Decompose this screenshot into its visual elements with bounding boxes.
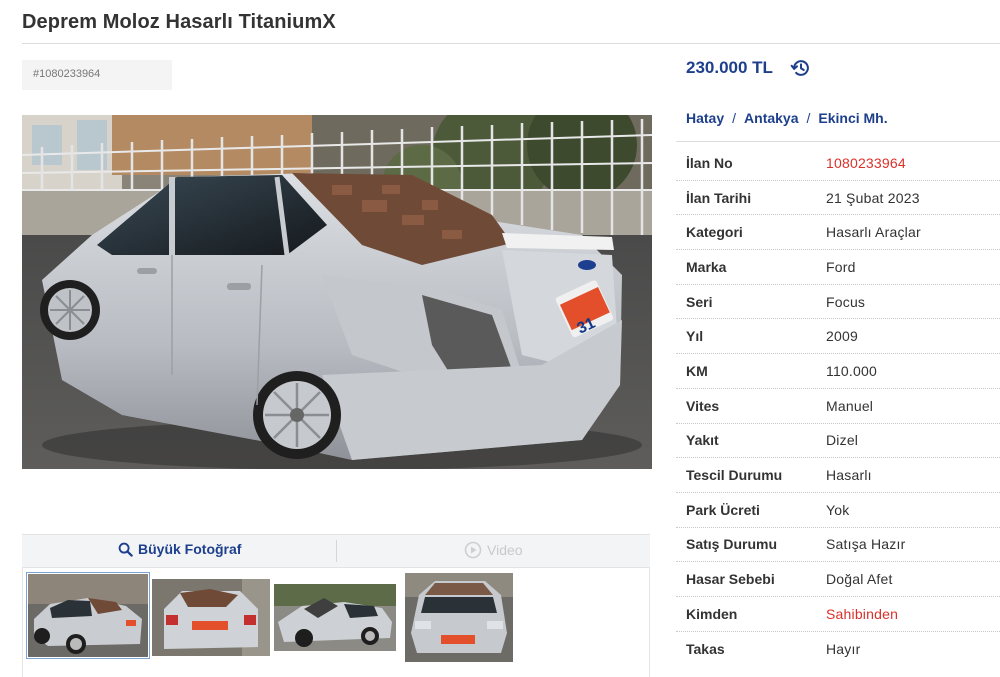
detail-value: Hasarlı Araçlar (826, 224, 921, 241)
detail-label: Takas (686, 640, 725, 657)
search-icon (118, 542, 133, 557)
thumbnail-3[interactable] (274, 584, 396, 651)
main-car-photo[interactable]: 31 (22, 115, 652, 469)
thumbnail-1[interactable] (26, 572, 150, 659)
media-divider (336, 540, 337, 562)
detail-row: Yakıt Dizel (676, 424, 1000, 459)
detail-row: Takas Hayır (676, 632, 1000, 667)
detail-value: 2009 (826, 328, 858, 345)
detail-value: 1080233964 (826, 154, 906, 171)
detail-value: Sahibinden (826, 605, 899, 622)
detail-row: İlan Tarihi 21 Şubat 2023 (676, 181, 1000, 216)
detail-row: Seri Focus (676, 285, 1000, 320)
detail-label: Tescil Durumu (686, 467, 783, 484)
detail-row: Vites Manuel (676, 389, 1000, 424)
location-divider (676, 141, 1000, 142)
detail-row: Kimden Sahibinden (676, 597, 1000, 632)
detail-row: Satış Durumu Satışa Hazır (676, 528, 1000, 563)
detail-row: Marka Ford (676, 250, 1000, 285)
play-icon (464, 541, 482, 559)
detail-value: Ford (826, 258, 856, 275)
detail-row: KM 110.000 (676, 354, 1000, 389)
detail-row: Yıl 2009 (676, 319, 1000, 355)
location-separator: / (806, 110, 811, 126)
detail-label: Yıl (686, 328, 704, 345)
detail-value: Doğal Afet (826, 571, 893, 588)
detail-row: Hasar Sebebi Doğal Afet (676, 562, 1000, 597)
detail-value: 110.000 (826, 362, 877, 379)
detail-label: Kategori (686, 224, 743, 241)
detail-value: Hayır (826, 640, 861, 657)
detail-value: Dizel (826, 432, 859, 449)
detail-label: Vites (686, 397, 720, 414)
thumbnail-4[interactable] (405, 573, 513, 662)
detail-row: Kategori Hasarlı Araçlar (676, 215, 1000, 251)
location-district[interactable]: Antakya (744, 110, 798, 126)
listing-details: İlan No 1080233964 İlan Tarihi 21 Şubat 202… (676, 146, 1000, 666)
detail-value: Yok (826, 501, 850, 518)
detail-label: İlan Tarihi (686, 189, 752, 206)
detail-label: İlan No (686, 154, 733, 171)
detail-label: Satış Durumu (686, 536, 778, 553)
location-city[interactable]: Hatay (686, 110, 724, 126)
detail-value: Hasarlı (826, 467, 872, 484)
price: 230.000 TL (686, 58, 773, 77)
location-separator: / (732, 110, 737, 126)
detail-label: Hasar Sebebi (686, 571, 775, 588)
location-neighborhood[interactable]: Ekinci Mh. (818, 110, 887, 126)
thumbnail-2[interactable] (152, 579, 270, 656)
listing-title: Deprem Moloz Hasarlı TitaniumX (22, 11, 336, 33)
big-photo-label: Büyük Fotoğraf (138, 541, 242, 557)
detail-label: Seri (686, 293, 713, 310)
detail-label: KM (686, 362, 708, 379)
detail-value: Satışa Hazır (826, 536, 906, 553)
detail-label: Kimden (686, 605, 738, 622)
big-photo-button[interactable]: Büyük Fotoğraf (118, 541, 241, 557)
detail-row: İlan No 1080233964 (676, 146, 1000, 181)
detail-label: Yakıt (686, 432, 719, 449)
history-icon[interactable] (790, 57, 812, 79)
detail-row: Park Ücreti Yok (676, 493, 1000, 528)
detail-value: Manuel (826, 397, 874, 414)
location-breadcrumb: Hatay / Antakya / Ekinci Mh. (686, 110, 888, 126)
video-button[interactable]: Video (464, 541, 523, 559)
detail-value: 21 Şubat 2023 (826, 189, 920, 206)
detail-value: Focus (826, 293, 866, 310)
detail-label: Park Ücreti (686, 501, 760, 518)
title-divider (22, 43, 1000, 44)
video-label: Video (487, 542, 523, 558)
listing-id: #1080233964 (33, 68, 101, 80)
detail-row: Tescil Durumu Hasarlı (676, 458, 1000, 493)
detail-label: Marka (686, 258, 727, 275)
